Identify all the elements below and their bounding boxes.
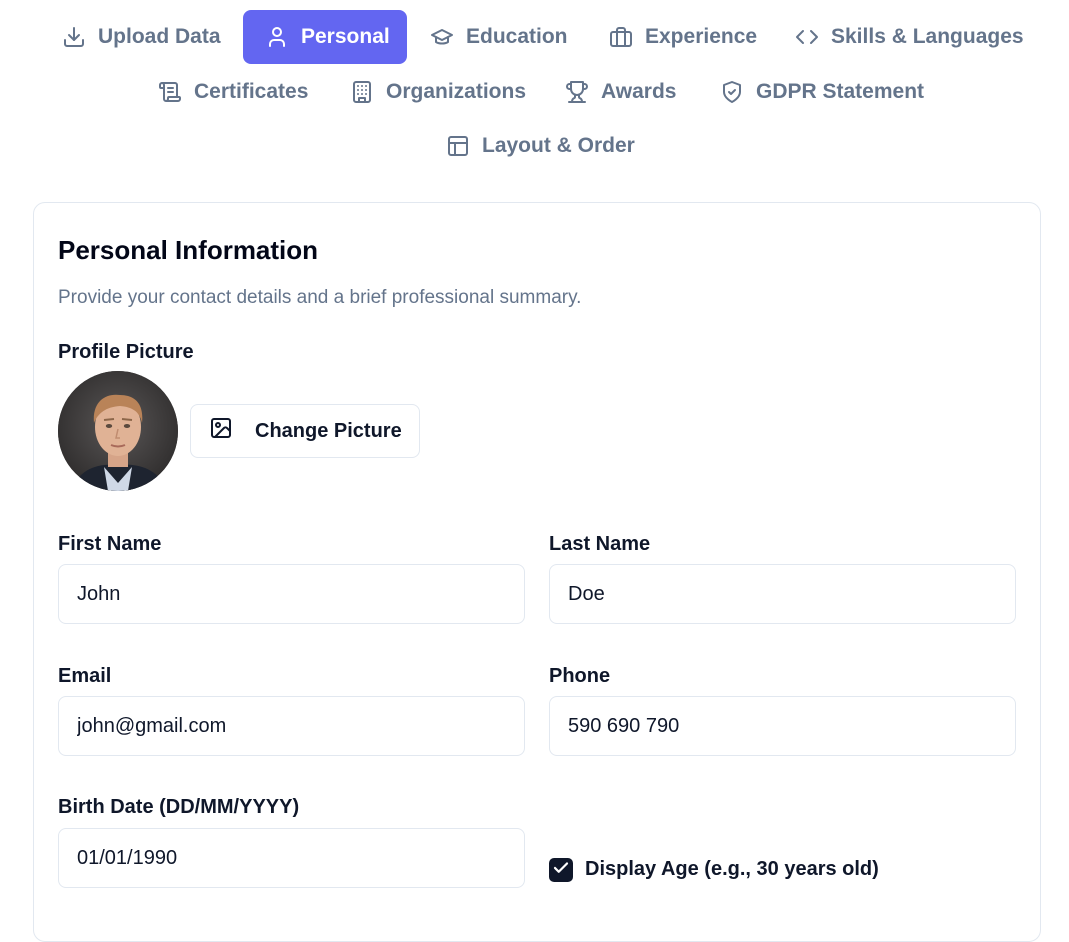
- card-subtitle: Provide your contact details and a brief…: [58, 287, 582, 308]
- scroll-icon: [158, 80, 182, 104]
- graduation-cap-icon: [430, 25, 454, 49]
- tab-personal[interactable]: Personal: [243, 10, 407, 64]
- tab-gdpr-statement[interactable]: GDPR Statement: [698, 65, 947, 119]
- birth-date-label: Birth Date (DD/MM/YYYY): [58, 796, 300, 818]
- tab-row-1: Upload Data Personal Education Experienc…: [0, 10, 1069, 64]
- tab-skills-languages[interactable]: Skills & Languages: [773, 10, 1047, 64]
- layout-icon: [446, 134, 470, 158]
- code-icon: [795, 25, 819, 49]
- tab-experience[interactable]: Experience: [587, 10, 780, 64]
- tab-label: Experience: [645, 25, 758, 48]
- profile-picture-label: Profile Picture: [58, 341, 194, 363]
- change-picture-label: Change Picture: [255, 419, 402, 442]
- phone-field[interactable]: [549, 696, 1016, 756]
- birth-date-field[interactable]: [58, 828, 525, 888]
- tab-label: Skills & Languages: [831, 25, 1024, 48]
- tab-certificates[interactable]: Certificates: [136, 65, 331, 119]
- tab-organizations[interactable]: Organizations: [328, 65, 549, 119]
- tab-label: Upload Data: [98, 25, 221, 48]
- tab-label: Awards: [601, 80, 677, 103]
- tab-row-3: Layout & Order: [0, 119, 1069, 173]
- display-age-checkbox[interactable]: [549, 858, 573, 882]
- tab-layout-order[interactable]: Layout & Order: [424, 119, 658, 173]
- tab-row-2: Certificates Organizations Awards GDPR S…: [0, 65, 1069, 119]
- tab-label: Certificates: [194, 80, 309, 103]
- user-icon: [265, 25, 289, 49]
- image-icon: [209, 416, 233, 446]
- tab-label: GDPR Statement: [756, 80, 925, 103]
- change-picture-button[interactable]: Change Picture: [190, 404, 420, 458]
- last-name-field[interactable]: [549, 564, 1016, 624]
- tab-label: Organizations: [386, 80, 527, 103]
- download-icon: [62, 25, 86, 49]
- tab-label: Personal: [301, 25, 390, 48]
- personal-information-card: Personal Information Provide your contac…: [33, 202, 1041, 942]
- profile-photo-image: [58, 371, 178, 491]
- tab-upload-data[interactable]: Upload Data: [40, 10, 244, 64]
- first-name-field[interactable]: [58, 564, 525, 624]
- shield-icon: [720, 80, 744, 104]
- avatar: [58, 371, 178, 491]
- email-label: Email: [58, 665, 112, 687]
- tab-label: Education: [466, 25, 568, 48]
- first-name-label: First Name: [58, 533, 162, 555]
- last-name-label: Last Name: [549, 533, 651, 555]
- tab-awards[interactable]: Awards: [543, 65, 699, 119]
- phone-label: Phone: [549, 665, 611, 687]
- tab-label: Layout & Order: [482, 134, 635, 157]
- briefcase-icon: [609, 25, 633, 49]
- email-field[interactable]: [58, 696, 525, 756]
- display-age-label[interactable]: Display Age (e.g., 30 years old): [585, 858, 879, 881]
- tab-education[interactable]: Education: [408, 10, 591, 64]
- card-title: Personal Information: [58, 235, 319, 265]
- check-icon: [552, 859, 570, 882]
- building-icon: [350, 80, 374, 104]
- trophy-icon: [565, 80, 589, 104]
